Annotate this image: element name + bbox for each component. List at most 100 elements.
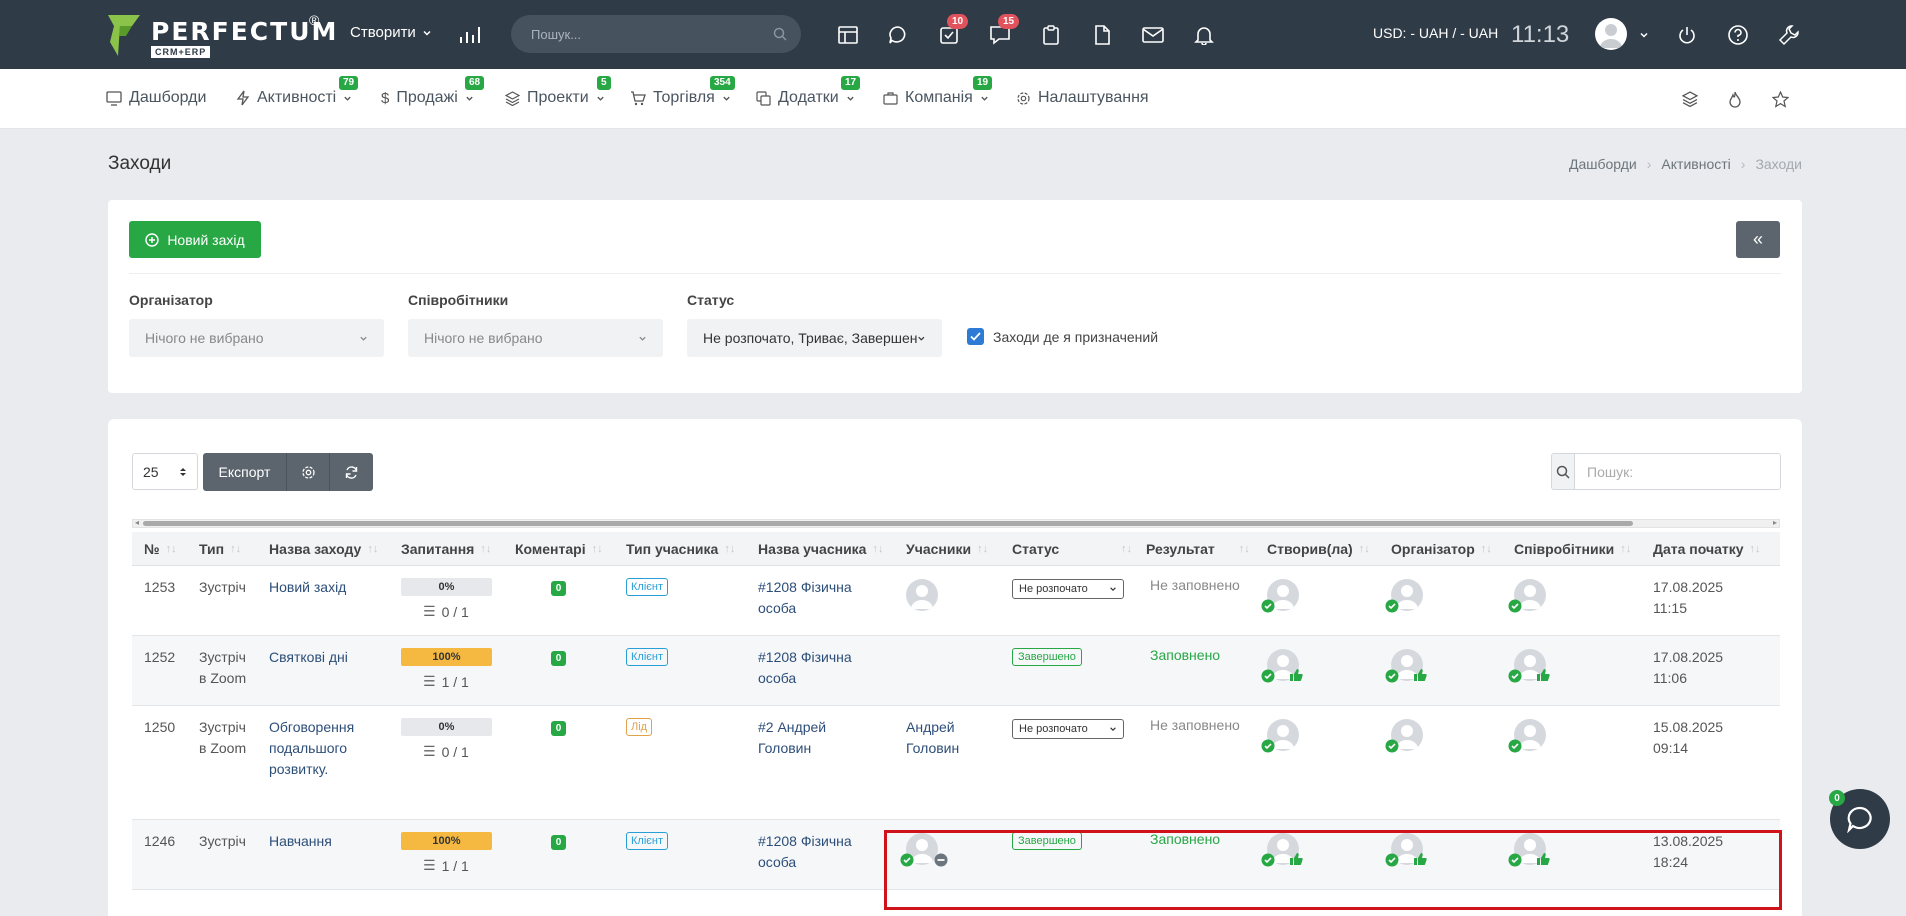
participant-name-line1[interactable]: #2 Андрей (758, 717, 826, 738)
table-row[interactable]: 1253 Зустріч Новий захід 0% ☰ 0 / 1 0 Клі… (132, 566, 1780, 636)
chat-bubble-icon[interactable] (885, 22, 911, 48)
table-search[interactable] (1551, 453, 1781, 490)
table-row[interactable]: 1246 Зустріч Навчання 100% ☰ 1 / 1 0 Кліє… (132, 820, 1780, 890)
table-row[interactable]: 1252 Зустріч в Zoom Святкові дні 100% ☰ 1… (132, 636, 1780, 706)
messages-icon[interactable]: 15 (987, 14, 1020, 48)
col-questions[interactable]: Запитання ↑↓ (401, 532, 491, 566)
participant-name-line2[interactable]: особа (758, 598, 796, 619)
col-participant-name[interactable]: Назва учасника ↑↓ (758, 532, 883, 566)
col-type[interactable]: Тип ↑↓ (199, 532, 241, 566)
participant-name-line1[interactable]: #1208 Фізична (758, 831, 852, 852)
nav-settings[interactable]: Налаштування (1016, 89, 1149, 107)
nav-sales[interactable]: $ Продажі 68 (381, 76, 485, 107)
row-event-name-line1[interactable]: Обговорення (269, 717, 354, 738)
scroll-left-icon[interactable]: ◂ (135, 518, 139, 527)
nav-company[interactable]: Компанія 19 (883, 76, 993, 107)
document-icon[interactable] (1089, 22, 1115, 48)
nav-trade[interactable]: Торгівля 354 (630, 76, 735, 107)
col-participant-type[interactable]: Тип учасника ↑↓ (626, 532, 735, 566)
status-select[interactable]: Не розпочато (1012, 579, 1124, 599)
new-event-button[interactable]: Новий захід (129, 221, 261, 258)
currency-rate: USD: - UAH / - UAH (1373, 25, 1499, 41)
participant-name-line2[interactable]: особа (758, 852, 796, 873)
stats-icon[interactable] (457, 22, 483, 48)
col-start-date[interactable]: Дата початку ↑↓ (1653, 532, 1761, 566)
row-event-name-line3[interactable]: розвитку. (269, 759, 328, 780)
participant-line1[interactable]: Андрей (906, 717, 955, 738)
col-comments[interactable]: Коментарі ↑↓ (515, 532, 603, 566)
col-number[interactable]: № ↑↓ (144, 532, 177, 566)
status-select[interactable]: Не розпочато (1012, 719, 1124, 739)
col-status[interactable]: Статус ↑↓ (1012, 532, 1132, 566)
layers-icon[interactable] (1679, 88, 1701, 110)
mail-icon[interactable] (1140, 22, 1166, 48)
row-event-name[interactable]: Святкові дні (269, 647, 348, 668)
col-result[interactable]: Результат ↑↓ (1146, 532, 1250, 566)
row-event-name-line2[interactable]: подальшого (269, 738, 347, 759)
fire-icon[interactable] (1724, 88, 1746, 110)
nav-addons[interactable]: Додатки 17 (756, 76, 861, 107)
settings-button[interactable] (287, 453, 330, 491)
global-search-input[interactable] (531, 15, 761, 53)
logo-mark-icon (108, 15, 140, 56)
wrench-icon[interactable] (1776, 22, 1802, 48)
nav-projects[interactable]: Проекти 5 (505, 76, 611, 107)
sort-icon: ↑↓ (1121, 543, 1132, 555)
scrollbar-thumb[interactable] (143, 521, 1633, 526)
row-event-name[interactable]: Навчання (269, 831, 332, 852)
nav-projects-badge: 5 (597, 76, 611, 90)
nav-sales-label: Продажі (396, 89, 458, 106)
user-menu-chevron-icon[interactable] (1631, 22, 1657, 48)
col-organizer[interactable]: Організатор ↑↓ (1391, 532, 1492, 566)
participant-line2[interactable]: Головин (906, 738, 959, 759)
assigned-checkbox[interactable]: Заходи де я призначений (967, 328, 1158, 345)
horizontal-scrollbar[interactable]: ◂ ▸ (132, 518, 1780, 528)
perfectum-logo[interactable]: PERFECTUM ® CRM+ERP (106, 12, 336, 60)
search-icon (773, 27, 787, 41)
organizer-select[interactable]: Нічого не вибрано (129, 319, 384, 357)
comments-badge[interactable]: 0 (551, 581, 566, 596)
refresh-button[interactable] (330, 453, 373, 491)
clipboard-icon[interactable] (1038, 22, 1064, 48)
tasks-icon[interactable]: 10 (936, 14, 969, 48)
comments-badge[interactable]: 0 (551, 721, 566, 736)
kanban-icon[interactable] (835, 22, 861, 48)
status-select[interactable]: Не розпочато, Триває, Завершено (687, 319, 942, 357)
export-button[interactable]: Експорт (203, 453, 287, 491)
row-event-name[interactable]: Новий захід (269, 577, 346, 598)
nav-activities[interactable]: Активності 79 (236, 76, 359, 107)
comments-badge[interactable]: 0 (551, 835, 566, 850)
participant-name-line2[interactable]: особа (758, 668, 796, 689)
col-created-by[interactable]: Створив(ла) ↑↓ (1267, 532, 1370, 566)
power-icon[interactable] (1674, 22, 1700, 48)
table-row[interactable]: 1250 Зустріч в Zoom Обговорення подальшо… (132, 706, 1780, 820)
help-icon[interactable] (1725, 22, 1751, 48)
table-search-input[interactable] (1575, 454, 1780, 489)
participant-name-line2[interactable]: Головин (758, 738, 811, 759)
table-header: № ↑↓ Тип ↑↓ Назва заходу ↑↓ Запитання ↑↓ Ком… (132, 532, 1780, 566)
collapse-filters-button[interactable]: « (1736, 221, 1780, 258)
create-dropdown[interactable]: Створити (350, 24, 432, 41)
check-circle-icon (1508, 599, 1522, 613)
participant-avatar[interactable] (906, 579, 938, 611)
participant-name-line1[interactable]: #1208 Фізична (758, 577, 852, 598)
scroll-right-icon[interactable]: ▸ (1773, 518, 1777, 527)
user-avatar[interactable] (1595, 18, 1627, 50)
status-value: Не розпочато (1019, 723, 1088, 735)
nav-dashboards[interactable]: Дашборди (106, 89, 206, 107)
star-icon[interactable] (1769, 88, 1791, 110)
col-participants[interactable]: Учасники ↑↓ (906, 532, 988, 566)
col-event-name[interactable]: Назва заходу ↑↓ (269, 532, 378, 566)
result-value: Заповнено (1150, 831, 1221, 847)
global-search[interactable] (511, 15, 801, 53)
breadcrumb-dashboards[interactable]: Дашборди (1569, 156, 1637, 172)
comments-badge[interactable]: 0 (551, 651, 566, 666)
page-size-select[interactable]: 25 (132, 453, 198, 490)
checkbox-checked-icon[interactable] (967, 328, 984, 345)
col-employees[interactable]: Співробітники ↑↓ (1514, 532, 1631, 566)
bell-icon[interactable] (1191, 22, 1217, 48)
breadcrumb-activities[interactable]: Активності (1661, 156, 1730, 172)
employees-select[interactable]: Нічого не вибрано (408, 319, 663, 357)
participant-name-line1[interactable]: #1208 Фізична (758, 647, 852, 668)
assigned-label: Заходи де я призначений (993, 328, 1159, 345)
